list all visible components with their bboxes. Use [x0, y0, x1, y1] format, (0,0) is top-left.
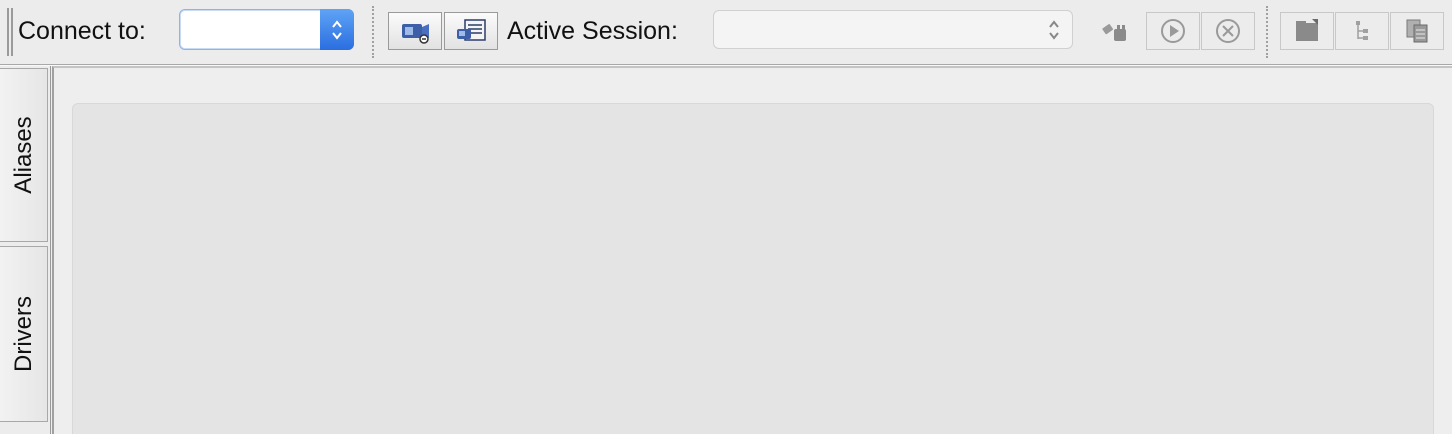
new-sql-worksheet-button[interactable] [1280, 12, 1334, 50]
side-tab-strip: Aliases Drivers [0, 66, 51, 434]
tab-aliases[interactable]: Aliases [0, 68, 48, 242]
active-session-combobox[interactable] [713, 10, 1073, 49]
object-tree-button[interactable] [1335, 12, 1389, 50]
active-session-dropdown-button[interactable] [1044, 11, 1064, 48]
tab-drivers-label: Drivers [9, 296, 37, 372]
copy-button[interactable] [1390, 12, 1444, 50]
session-window-icon [457, 19, 486, 41]
plug-icon [402, 24, 429, 44]
disconnect-button[interactable] [1094, 12, 1136, 50]
connect-to-dropdown-button[interactable] [320, 9, 354, 50]
run-button[interactable] [1146, 12, 1200, 50]
stop-button[interactable] [1201, 12, 1255, 50]
chevron-updown-icon [332, 19, 342, 40]
stop-icon [1216, 19, 1240, 43]
toolbar-separator [372, 6, 374, 58]
main-content-pane [72, 103, 1434, 434]
connect-to-combobox[interactable] [179, 9, 354, 50]
copy-icon [1406, 19, 1428, 43]
tab-aliases-label: Aliases [9, 116, 37, 194]
active-session-label: Active Session: [507, 17, 678, 45]
connect-alias-button[interactable] [388, 12, 442, 50]
toolbar-grip[interactable] [7, 8, 9, 56]
chevron-updown-icon [1049, 19, 1059, 40]
folder-icon [1296, 19, 1318, 41]
toolbar-grip-line [11, 8, 13, 56]
disconnect-icon [1102, 24, 1126, 41]
toolbar-separator [1266, 6, 1268, 58]
tree-icon [1356, 21, 1368, 40]
new-session-button[interactable] [444, 12, 498, 50]
tab-drivers[interactable]: Drivers [0, 246, 48, 422]
main-toolbar: Connect to: Active Session: [0, 0, 1452, 65]
play-icon [1161, 19, 1185, 43]
connect-to-label: Connect to: [18, 17, 146, 45]
